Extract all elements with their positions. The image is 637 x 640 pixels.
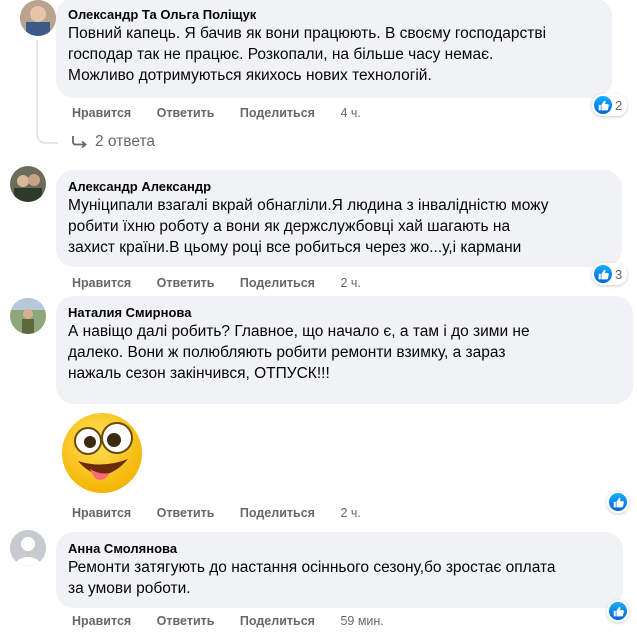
- reaction-count[interactable]: 3: [592, 263, 628, 285]
- comment-bubble: Анна Смолянова Ремонти затягують до наст…: [56, 532, 623, 608]
- like-icon: [609, 493, 627, 511]
- crazy-face-emoji: [60, 411, 144, 495]
- comment-author[interactable]: Наталия Смирнова: [68, 304, 621, 321]
- comment-text-line: Можливо дотримуються якихось нових техно…: [68, 67, 432, 84]
- reply-button[interactable]: Ответить: [157, 106, 215, 120]
- comment-text-line: далеко. Вони ж полюбляють робити ремонти…: [68, 344, 506, 361]
- reply-button[interactable]: Ответить: [157, 276, 215, 290]
- avatar[interactable]: [10, 298, 46, 334]
- comment-actions: Нравится Ответить Поделиться 4 ч.: [72, 106, 361, 120]
- thread-line: [36, 40, 58, 144]
- avatar[interactable]: [20, 0, 56, 36]
- reaction-count[interactable]: [607, 600, 629, 622]
- reaction-count-value: 3: [615, 266, 623, 282]
- comment-author[interactable]: Олександр Та Ольга Поліщук: [68, 6, 600, 23]
- like-button[interactable]: Нравится: [72, 276, 131, 290]
- view-replies-button[interactable]: 2 ответа: [72, 133, 155, 151]
- comment-text-line: робити їхню роботу а вони як держслужбов…: [68, 218, 511, 235]
- like-button[interactable]: Нравится: [72, 106, 131, 120]
- like-icon: [594, 265, 612, 283]
- avatar-photo: [10, 166, 46, 202]
- avatar[interactable]: [10, 166, 46, 202]
- reaction-count[interactable]: [607, 491, 629, 513]
- share-button[interactable]: Поделиться: [240, 614, 315, 628]
- share-button[interactable]: Поделиться: [240, 276, 315, 290]
- like-icon: [594, 96, 612, 114]
- comment-time[interactable]: 2 ч.: [340, 506, 360, 520]
- reply-arrow-icon: [72, 136, 87, 149]
- comment-text-line: Ремонти затягують до настання осіннього …: [68, 559, 556, 576]
- avatar-photo: [20, 0, 56, 36]
- comment-bubble: Олександр Та Ольга Поліщук Повний капець…: [56, 0, 612, 98]
- like-icon: [609, 602, 627, 620]
- comment-text-line: господар так не працює. Розкопали, на бі…: [68, 46, 494, 63]
- reply-button[interactable]: Ответить: [157, 614, 215, 628]
- comment-text-line: захист країни.В цьому році все робиться …: [68, 239, 522, 256]
- share-button[interactable]: Поделиться: [240, 106, 315, 120]
- comment-time[interactable]: 2 ч.: [340, 276, 360, 290]
- comment-text-line: Повний капець. Я бачив як вони працюють.…: [68, 25, 547, 42]
- comment-time[interactable]: 59 мин.: [340, 614, 383, 628]
- replies-label: 2 ответа: [95, 133, 156, 150]
- comment-author[interactable]: Александр Александр: [68, 178, 610, 195]
- comment-actions: Нравится Ответить Поделиться 59 мин.: [72, 614, 384, 628]
- comment-text-line: за умови роботи.: [68, 580, 191, 597]
- comment-text-line: Муніципали взагалі вкрай обнагліли.Я люд…: [68, 197, 549, 214]
- default-avatar-icon: [10, 530, 46, 566]
- comment-actions: Нравится Ответить Поделиться 2 ч.: [72, 276, 361, 290]
- comment-text-line: А навіщо далі робить? Главное, що начало…: [68, 323, 530, 340]
- comment-bubble: Александр Александр Муніципали взагалі в…: [56, 170, 622, 267]
- comment-bubble: Наталия Смирнова А навіщо далі робить? Г…: [56, 296, 633, 404]
- like-button[interactable]: Нравится: [72, 506, 131, 520]
- comment-text-line: нажаль сезон закінчився, ОТПУСК!!!: [68, 365, 330, 382]
- comment-actions: Нравится Ответить Поделиться 2 ч.: [72, 506, 361, 520]
- reply-button[interactable]: Ответить: [157, 506, 215, 520]
- avatar[interactable]: [10, 530, 46, 566]
- share-button[interactable]: Поделиться: [240, 506, 315, 520]
- comment-author[interactable]: Анна Смолянова: [68, 540, 611, 557]
- avatar-photo: [10, 298, 46, 334]
- like-button[interactable]: Нравится: [72, 614, 131, 628]
- reaction-count-value: 2: [615, 97, 623, 113]
- reaction-count[interactable]: 2: [592, 94, 628, 116]
- comment-time[interactable]: 4 ч.: [340, 106, 360, 120]
